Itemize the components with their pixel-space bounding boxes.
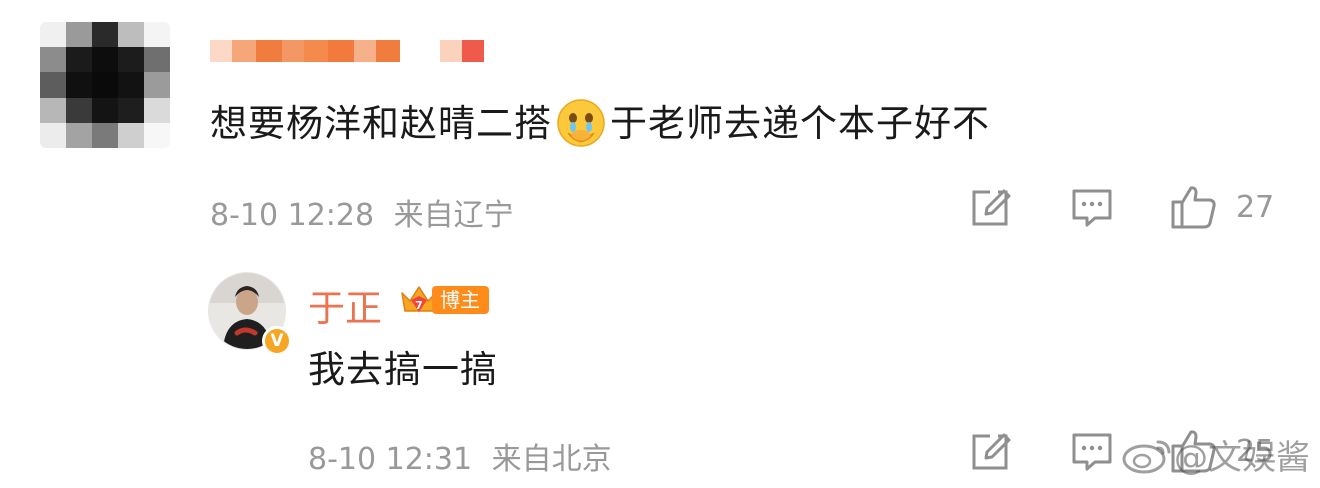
weibo-watermark: @文娱酱: [1120, 430, 1310, 479]
comment-like-count: 27: [1236, 189, 1275, 225]
commenter-avatar[interactable]: [40, 22, 170, 148]
verified-badge: V: [262, 326, 292, 356]
comment-bubble-icon: [1072, 189, 1112, 227]
crown-level-number: 7: [415, 299, 423, 312]
blogger-badge[interactable]: 7 博主: [398, 281, 489, 319]
reply-repost-button[interactable]: [968, 430, 1012, 474]
blogger-badge-label: 博主: [432, 286, 489, 314]
crying-face-emoji-icon: [556, 98, 606, 148]
comment-location: 来自辽宁: [393, 198, 514, 233]
comment-text-part-2: 于老师去递个本子好不: [610, 102, 990, 145]
reply-reply-button[interactable]: [1070, 430, 1114, 474]
reply-text: 我去搞一搞: [308, 348, 498, 391]
weibo-logo-icon: [1122, 440, 1171, 473]
reply-meta: 8-10 12:31 来自北京: [308, 434, 612, 478]
comment-repost-button[interactable]: [968, 186, 1012, 230]
comment-like-button[interactable]: 27: [1170, 184, 1274, 230]
comment-meta: 8-10 12:28 来自辽宁: [210, 190, 514, 234]
repost-edit-icon: [972, 189, 1011, 226]
reply-author-name[interactable]: 于正: [308, 278, 382, 332]
comment-thread: 想要杨洋和赵晴二搭 于老师去递个本子好不 8-10 12:28 来自辽宁 27 …: [0, 0, 1320, 488]
comment-text: 想要杨洋和赵晴二搭 于老师去递个本子好不: [210, 98, 990, 148]
comment-date: 8-10 12:28: [210, 198, 375, 233]
watermark-text: @文娱酱: [1174, 438, 1310, 478]
verified-mark: V: [270, 331, 284, 351]
reply-date: 8-10 12:31: [308, 442, 473, 477]
commenter-name-redacted[interactable]: [210, 40, 484, 62]
mosaic-pattern: [40, 22, 170, 148]
comment-reply-button[interactable]: [1070, 186, 1114, 230]
reply-author-avatar[interactable]: V: [208, 272, 292, 356]
comment-text-part-1: 想要杨洋和赵晴二搭: [210, 102, 552, 145]
comment-bubble-icon: [1072, 433, 1112, 471]
reply-location: 来自北京: [491, 442, 612, 477]
thumbs-up-icon: [1171, 186, 1216, 229]
repost-edit-icon: [972, 433, 1011, 470]
